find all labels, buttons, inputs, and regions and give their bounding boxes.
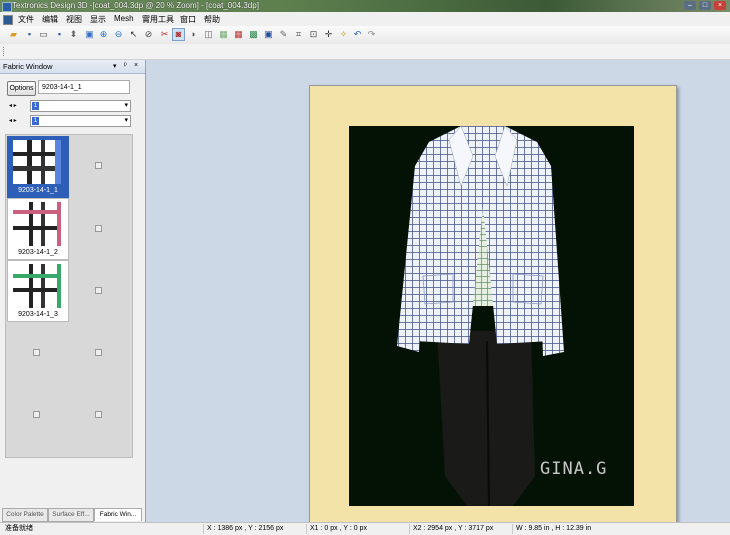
status-origin: X1 : 0 px , Y : 0 px	[306, 524, 367, 534]
light-icon[interactable]: ✎	[278, 29, 289, 40]
document-canvas[interactable]: GINA.G	[309, 85, 677, 527]
swatch-image	[13, 202, 61, 246]
fill-icon[interactable]: ▦	[218, 29, 229, 40]
menu-window[interactable]: 窗口	[180, 14, 196, 25]
panel-tabs: Color Palette Surface Eff... Fabric Win.…	[0, 508, 145, 522]
panel-title: Fabric Window	[3, 62, 53, 71]
save-icon[interactable]: ▪	[24, 29, 35, 40]
workspace: GINA.G	[146, 60, 730, 527]
folder-open-icon[interactable]: ▰	[8, 29, 19, 40]
tab-surface-effects[interactable]: Surface Eff...	[48, 508, 94, 522]
maximize-button[interactable]: □	[699, 1, 711, 10]
rotate-icon[interactable]: ⊘	[143, 29, 154, 40]
main-toolbar: ▰ ▪ ▭ ▪ ⬍ ▣ ⊕ ⊖ ↖ ⊘ ✂ ◙ ◗ ◫ ▦ ▦ ▩ ▣ ✎ ⌗ …	[0, 26, 730, 45]
zoom-in-icon[interactable]: ⊕	[98, 29, 109, 40]
menu-view[interactable]: 视图	[66, 14, 82, 25]
redo-icon[interactable]: ↷	[366, 29, 377, 40]
fit-icon[interactable]: ⊡	[308, 29, 319, 40]
swatch-image	[13, 264, 61, 308]
fabric-swatch[interactable]: 9203-14-1_3	[7, 260, 69, 322]
menu-utilities[interactable]: 實用工具	[142, 14, 174, 25]
panel-menu-icon[interactable]: ▾	[113, 62, 117, 70]
menu-file[interactable]: 文件	[18, 14, 34, 25]
pointer-icon[interactable]: ↖	[128, 29, 139, 40]
close-icon[interactable]: ×	[134, 62, 138, 69]
fabric-combo-2[interactable]: 1 ▾	[30, 115, 131, 127]
fabric-name-field[interactable]: 9203-14-1_1	[38, 80, 130, 94]
status-cursor: X : 1386 px , Y : 2156 px	[203, 524, 283, 534]
swatch-label: 9203-14-1_2	[18, 249, 58, 256]
swatch-image	[13, 140, 61, 184]
status-ready: 准备就绪	[5, 525, 33, 532]
export-icon[interactable]: ▣	[84, 29, 95, 40]
menu-bar: 文件 编辑 视图 显示 Mesh 實用工具 窗口 帮助	[0, 12, 730, 26]
status-bar: 准备就绪 X : 1386 px , Y : 2156 px X1 : 0 px…	[0, 522, 730, 535]
fabric-swatch[interactable]: 9203-14-1_1	[7, 136, 69, 198]
undo-icon[interactable]: ↶	[352, 29, 363, 40]
fabric-combo-1[interactable]: 1 ▾	[30, 100, 131, 112]
document-icon[interactable]	[3, 15, 13, 25]
import-icon[interactable]: ⬍	[68, 29, 79, 40]
app-icon	[2, 2, 12, 12]
crop-icon[interactable]: ⌗	[293, 29, 304, 40]
status-extent: X2 : 2954 px , Y : 3717 px	[409, 524, 493, 534]
empty-slot[interactable]	[95, 349, 102, 356]
swatch-grid: 9203-14-1_1 9203-14-1_2 9203-14-1_3	[5, 134, 133, 458]
empty-slot[interactable]	[95, 287, 102, 294]
tab-fabric-window[interactable]: Fabric Win...	[94, 508, 142, 521]
chevron-down-icon[interactable]: ▾	[124, 101, 128, 109]
garment-image[interactable]: GINA.G	[349, 125, 634, 507]
tab-color-palette[interactable]: Color Palette	[2, 508, 48, 522]
print-icon[interactable]: ▭	[38, 29, 49, 40]
empty-slot[interactable]	[95, 162, 102, 169]
fabric-render-icon[interactable]: ◙	[172, 28, 185, 41]
empty-slot[interactable]	[95, 225, 102, 232]
combo2-value: 1	[32, 117, 39, 125]
combo2-nav-arrows[interactable]: ◂ ▸	[9, 117, 17, 124]
menu-edit[interactable]: 编辑	[42, 14, 58, 25]
magic-icon[interactable]: ✧	[338, 29, 349, 40]
empty-slot[interactable]	[33, 349, 40, 356]
empty-slot[interactable]	[33, 411, 40, 418]
brush-icon[interactable]: ◗	[188, 29, 199, 40]
title-bar: Textronics Design 3D -[coat_004.3dp @ 20…	[0, 0, 730, 12]
save-all-icon[interactable]: ▪	[54, 29, 65, 40]
toolbar-grip[interactable]	[3, 47, 6, 56]
window-title: Textronics Design 3D -[coat_004.3dp @ 20…	[12, 1, 259, 10]
options-button[interactable]: Options	[7, 81, 36, 96]
move-icon[interactable]: ✛	[323, 29, 334, 40]
panel-header: Fabric Window ▾ ᵖ ×	[0, 60, 145, 74]
texture-icon[interactable]: ▩	[248, 29, 259, 40]
pattern-icon[interactable]: ▦	[233, 29, 244, 40]
eraser-icon[interactable]: ◫	[203, 29, 214, 40]
cut-mesh-icon[interactable]: ✂	[159, 29, 170, 40]
minimize-button[interactable]: –	[684, 1, 696, 10]
menu-help[interactable]: 帮助	[204, 14, 220, 25]
pin-icon[interactable]: ᵖ	[124, 62, 127, 69]
fabric-swatch[interactable]: 9203-14-1_2	[7, 198, 69, 260]
close-button[interactable]: ×	[714, 1, 726, 10]
swatch-label: 9203-14-1_3	[18, 311, 58, 318]
combo1-nav-arrows[interactable]: ◂ ▸	[9, 102, 17, 109]
empty-slot[interactable]	[95, 411, 102, 418]
watermark-text: GINA.G	[540, 459, 608, 479]
combo1-value: 1	[32, 102, 39, 110]
fabric-window-panel: Fabric Window ▾ ᵖ × Options 9203-14-1_1 …	[0, 60, 146, 522]
secondary-toolbar	[0, 44, 730, 60]
zoom-out-icon[interactable]: ⊖	[113, 29, 124, 40]
display-icon[interactable]: ▣	[263, 29, 274, 40]
status-size: W : 9.85 in , H : 12.39 in	[512, 524, 591, 534]
menu-display[interactable]: 显示	[90, 14, 106, 25]
swatch-label: 9203-14-1_1	[18, 187, 58, 194]
menu-mesh[interactable]: Mesh	[114, 14, 134, 23]
chevron-down-icon[interactable]: ▾	[124, 116, 128, 124]
